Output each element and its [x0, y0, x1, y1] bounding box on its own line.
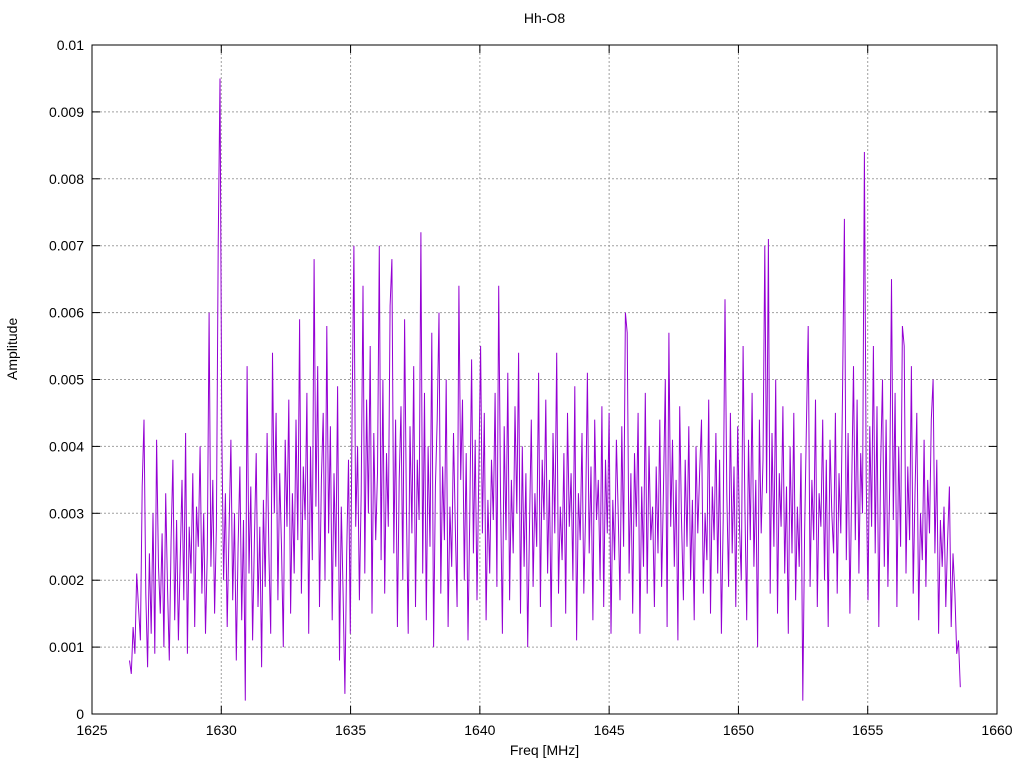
- x-tick-label: 1660: [981, 722, 1012, 738]
- y-axis-title: Amplitude: [4, 317, 20, 380]
- chart-title: Hh-O8: [523, 10, 566, 26]
- chart-canvas: 1625 1630 1635 1640 1645 1650 1655 1660 0 0.001 0.…: [49, 37, 1013, 738]
- y-tick-label: 0.007: [49, 238, 84, 254]
- y-tick-label: 0.01: [57, 37, 84, 53]
- x-tick-label: 1650: [723, 722, 754, 738]
- y-tick-label: 0.009: [49, 104, 84, 120]
- y-tick-label: 0.002: [49, 572, 84, 588]
- x-tick-label: 1625: [76, 722, 107, 738]
- plot-window: Hh-O8 1625 1630 1635 1640 1645 1650 1655 1660 0 0…: [0, 0, 1024, 768]
- y-tick-label: 0.003: [49, 505, 84, 521]
- x-tick-label: 1645: [594, 722, 625, 738]
- signal-trace: [129, 78, 961, 701]
- y-tick-label: 0.005: [49, 372, 84, 388]
- x-axis-title: Freq [MHz]: [509, 742, 580, 758]
- x-tick-label: 1635: [335, 722, 366, 738]
- x-tick-label: 1640: [464, 722, 495, 738]
- x-tick-label: 1655: [852, 722, 883, 738]
- y-tick-label: 0.008: [49, 171, 84, 187]
- x-tick-label: 1630: [206, 722, 237, 738]
- y-tick-label: 0: [76, 706, 84, 722]
- y-tick-label: 0.004: [49, 438, 84, 454]
- y-tick-label: 0.001: [49, 639, 84, 655]
- y-tick-label: 0.006: [49, 305, 84, 321]
